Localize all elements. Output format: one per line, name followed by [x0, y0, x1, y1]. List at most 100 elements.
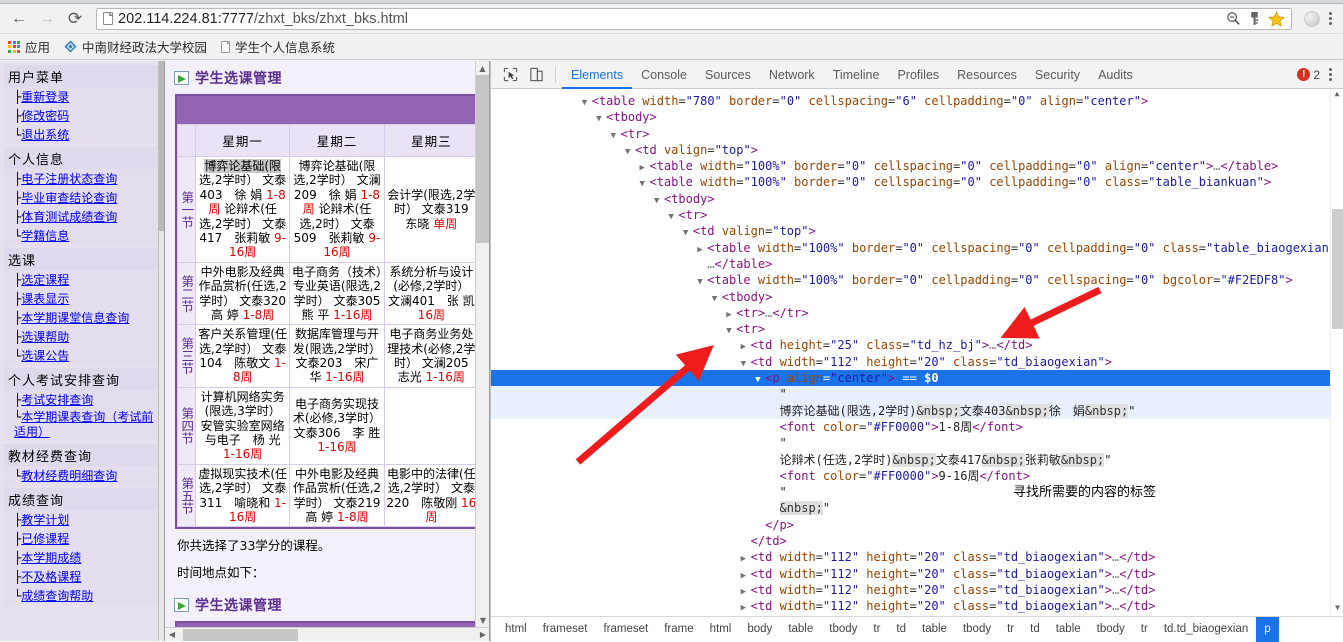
dom-line[interactable]: 论辩术(任选,2学时)&nbsp;文泰417&nbsp;张莉敏&nbsp;" [491, 452, 1343, 468]
tab-resources[interactable]: Resources [948, 61, 1026, 89]
breadcrumb-item[interactable]: tr [865, 617, 888, 642]
dom-line[interactable]: </td> [491, 533, 1343, 549]
sidebar-item-label[interactable]: 本学期课堂信息查询 [21, 311, 129, 325]
back-arrow-icon[interactable]: ← [6, 6, 32, 32]
breadcrumb-item[interactable]: td.td_biaogexian [1156, 617, 1256, 642]
dom-line[interactable]: ▶<td width="112" height="20" class="td_b… [491, 615, 1343, 617]
sidebar-item[interactable]: ├修改密码 [4, 106, 160, 125]
breadcrumb-item[interactable]: tr [999, 617, 1022, 642]
sidebar-item[interactable]: ├课表显示 [4, 289, 160, 308]
dom-line[interactable]: ▼ <tbody> [491, 191, 1343, 207]
scroll-right-arrow[interactable]: ▶ [476, 630, 489, 639]
sidebar-item[interactable]: └学籍信息 [4, 226, 160, 245]
sidebar-item-label[interactable]: 体育测试成绩查询 [21, 210, 117, 224]
breadcrumb-item[interactable]: tbody [1089, 617, 1133, 642]
sidebar-item[interactable]: └本学期课表查询（考试前适用） [4, 409, 160, 441]
devtools-scroll-up[interactable]: ▲ [1331, 89, 1343, 102]
sidebar-item[interactable]: ├本学期成绩 [4, 548, 160, 567]
devtools-menu-icon[interactable] [1324, 66, 1337, 83]
dom-line[interactable]: ▶ <tr>…</tr> [491, 305, 1343, 321]
sidebar-item-label[interactable]: 修改密码 [21, 109, 69, 123]
sidebar-item-label[interactable]: 不及格课程 [21, 570, 81, 584]
breadcrumb-item[interactable]: tr [1133, 617, 1156, 642]
elements-tree[interactable]: ▼ <table width="780" border="0" cellspaci… [491, 89, 1343, 616]
sidebar-item[interactable]: ├选课帮助 [4, 327, 160, 346]
devtools-scrollbar[interactable]: ▲ ▼ [1330, 89, 1343, 616]
breadcrumb-item[interactable]: frameset [535, 617, 596, 642]
sidebar-item[interactable]: ├考试安排查询 [4, 390, 160, 409]
dom-line[interactable]: ▶ <table width="100%" border="0" cellspac… [491, 240, 1343, 256]
sidebar-item[interactable]: └教材经费明细查询 [4, 466, 160, 485]
breadcrumb-item[interactable]: td [1022, 617, 1048, 642]
sidebar-item[interactable]: ├电子注册状态查询 [4, 169, 160, 188]
dom-line[interactable]: ▼ <td width="112" height="20" class="td_b… [491, 354, 1343, 370]
breadcrumb-item[interactable]: tbody [955, 617, 999, 642]
sidebar-item[interactable]: ├不及格课程 [4, 567, 160, 586]
error-badge[interactable]: ! 2 [1297, 68, 1320, 82]
tab-console[interactable]: Console [632, 61, 696, 89]
tab-audits[interactable]: Audits [1089, 61, 1142, 89]
dom-line[interactable]: ▼ <table width="100%" border="0" cellspac… [491, 174, 1343, 190]
content-horizontal-scrollbar[interactable]: ◀ ▶ [165, 627, 489, 641]
bookmark-apps[interactable]: 应用 [8, 37, 50, 56]
breadcrumb-item[interactable]: body [739, 617, 780, 642]
breadcrumb-item[interactable]: table [914, 617, 955, 642]
sidebar-item[interactable]: ├体育测试成绩查询 [4, 207, 160, 226]
dom-line[interactable]: ▼ <td valign="top"> [491, 223, 1343, 239]
profile-avatar[interactable] [1304, 10, 1320, 27]
dom-line[interactable]: ▶<td width="112" height="20" class="td_b… [491, 549, 1343, 565]
dom-line[interactable]: …</table> [491, 256, 1343, 272]
breadcrumb-item[interactable]: frameset [595, 617, 656, 642]
dom-line[interactable]: ▼ <tr> [491, 126, 1343, 142]
dom-line[interactable]: ▼ <td valign="top"> [491, 142, 1343, 158]
sidebar-item[interactable]: └成绩查询帮助 [4, 586, 160, 605]
sidebar-item[interactable]: ├选定课程 [4, 270, 160, 289]
inspect-element-icon[interactable] [497, 63, 523, 87]
dom-line[interactable]: ▼ <table width="100%" border="0" cellpadd… [491, 272, 1343, 288]
tab-elements[interactable]: Elements [562, 61, 632, 89]
sidebar-item-label[interactable]: 本学期课表查询（考试前适用） [14, 410, 153, 439]
dom-line[interactable]: <font color="#FF0000">1-8周</font> [491, 419, 1343, 435]
dom-line[interactable]: ▶<td width="112" height="20" class="td_b… [491, 566, 1343, 582]
sidebar-item-label[interactable]: 选定课程 [21, 273, 69, 287]
sidebar-item-label[interactable]: 重新登录 [21, 90, 69, 104]
dom-line[interactable]: <font color="#FF0000">9-16周</font> [491, 468, 1343, 484]
sidebar-item[interactable]: └选课公告 [4, 346, 160, 365]
dom-line[interactable]: " [491, 435, 1343, 451]
menu-scrollbar[interactable] [158, 61, 164, 641]
dom-line[interactable]: " [491, 484, 1343, 500]
device-toolbar-icon[interactable] [523, 63, 549, 87]
tab-sources[interactable]: Sources [696, 61, 760, 89]
tab-network[interactable]: Network [760, 61, 824, 89]
dom-line[interactable]: &nbsp;" [491, 500, 1343, 516]
dom-line[interactable]: ▼ <tbody> [491, 289, 1343, 305]
sidebar-item-label[interactable]: 选课帮助 [21, 330, 69, 344]
sidebar-item[interactable]: ├毕业审查结论查询 [4, 188, 160, 207]
sidebar-item[interactable]: ├已修课程 [4, 529, 160, 548]
tab-security[interactable]: Security [1026, 61, 1089, 89]
dom-line[interactable]: ▼ <tbody> [491, 109, 1343, 125]
sidebar-item-label[interactable]: 电子注册状态查询 [21, 172, 117, 186]
breadcrumb-item[interactable]: td [888, 617, 914, 642]
address-bar[interactable]: 202.114.224.81:7777/zhxt_bks/zhxt_bks.ht… [96, 7, 1292, 30]
dom-line[interactable]: </p> [491, 517, 1343, 533]
dom-line[interactable]: ▶<td width="112" height="20" class="td_b… [491, 582, 1343, 598]
bookmark-star-icon[interactable] [1268, 10, 1285, 27]
breadcrumb-item[interactable]: table [780, 617, 821, 642]
sidebar-item-label[interactable]: 退出系统 [21, 128, 69, 142]
breadcrumb-item[interactable]: tbody [821, 617, 865, 642]
reload-icon[interactable]: ⟳ [62, 6, 88, 32]
forward-arrow-icon[interactable]: → [34, 6, 60, 32]
bookmark-student-system[interactable]: 学生个人信息系统 [221, 37, 335, 56]
tab-timeline[interactable]: Timeline [824, 61, 889, 89]
dom-line[interactable]: ▼ <tr> [491, 207, 1343, 223]
devtools-scroll-thumb[interactable] [1332, 209, 1343, 329]
password-key-icon[interactable] [1248, 11, 1261, 26]
breadcrumb-item[interactable]: p [1256, 616, 1279, 642]
scroll-up-arrow[interactable]: ▲ [476, 61, 489, 75]
vscroll-thumb[interactable] [476, 75, 489, 243]
scroll-left-arrow[interactable]: ◀ [165, 630, 179, 639]
dom-line[interactable]: ▼ <table width="780" border="0" cellspaci… [491, 93, 1343, 109]
dom-line[interactable]: ▼ <tr> [491, 321, 1343, 337]
selected-dom-line[interactable]: ▼ <p align="center"> == $0 [491, 370, 1343, 387]
